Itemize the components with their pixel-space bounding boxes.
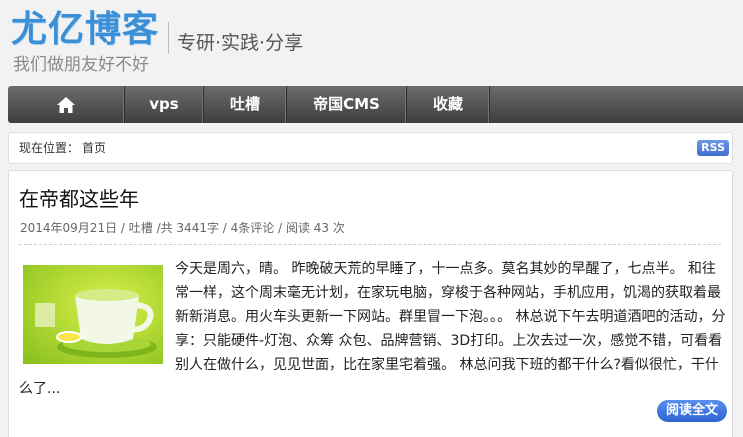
logo-divider xyxy=(168,22,169,54)
breadcrumb: 现在位置： 首页 RSS xyxy=(8,132,733,164)
breadcrumb-label: 现在位置： xyxy=(19,141,80,155)
nav-home[interactable] xyxy=(8,86,125,123)
nav-item-favorites[interactable]: 收藏 xyxy=(407,86,490,123)
site-motto: 专研·实践·分享 xyxy=(177,32,304,54)
nav-item-vps[interactable]: vps xyxy=(125,86,204,123)
nav-item-empirecms[interactable]: 帝国CMS xyxy=(287,86,407,123)
article-divider xyxy=(19,244,721,245)
article-excerpt: 今天是周六，晴。 昨晚破天荒的早睡了，十一点多。莫名其妙的早醒了，七点半。 和往… xyxy=(19,257,729,401)
read-more-button[interactable]: 阅读全文 xyxy=(656,400,727,422)
thumbnail-spacer xyxy=(19,257,175,367)
rss-button[interactable]: RSS xyxy=(697,140,729,156)
article-meta: 2014年09月21日 / 吐槽 /共 3441字 / 4条评论 / 阅读 43… xyxy=(20,221,345,235)
nav-item-tucao[interactable]: 吐槽 xyxy=(204,86,287,123)
breadcrumb-home-link[interactable]: 首页 xyxy=(82,133,106,163)
site-header: 尤亿博客 专研·实践·分享 我们做朋友好不好 xyxy=(0,0,743,84)
site-logo-title[interactable]: 尤亿博客 xyxy=(11,8,159,52)
site-subtitle: 我们做朋友好不好 xyxy=(13,55,149,75)
home-icon xyxy=(57,96,75,113)
main-nav: vps 吐槽 帝国CMS 收藏 xyxy=(8,86,743,123)
article-card: 在帝都这些年 2014年09月21日 / 吐槽 /共 3441字 / 4条评论 … xyxy=(8,170,733,437)
article-title[interactable]: 在帝都这些年 xyxy=(19,185,139,213)
